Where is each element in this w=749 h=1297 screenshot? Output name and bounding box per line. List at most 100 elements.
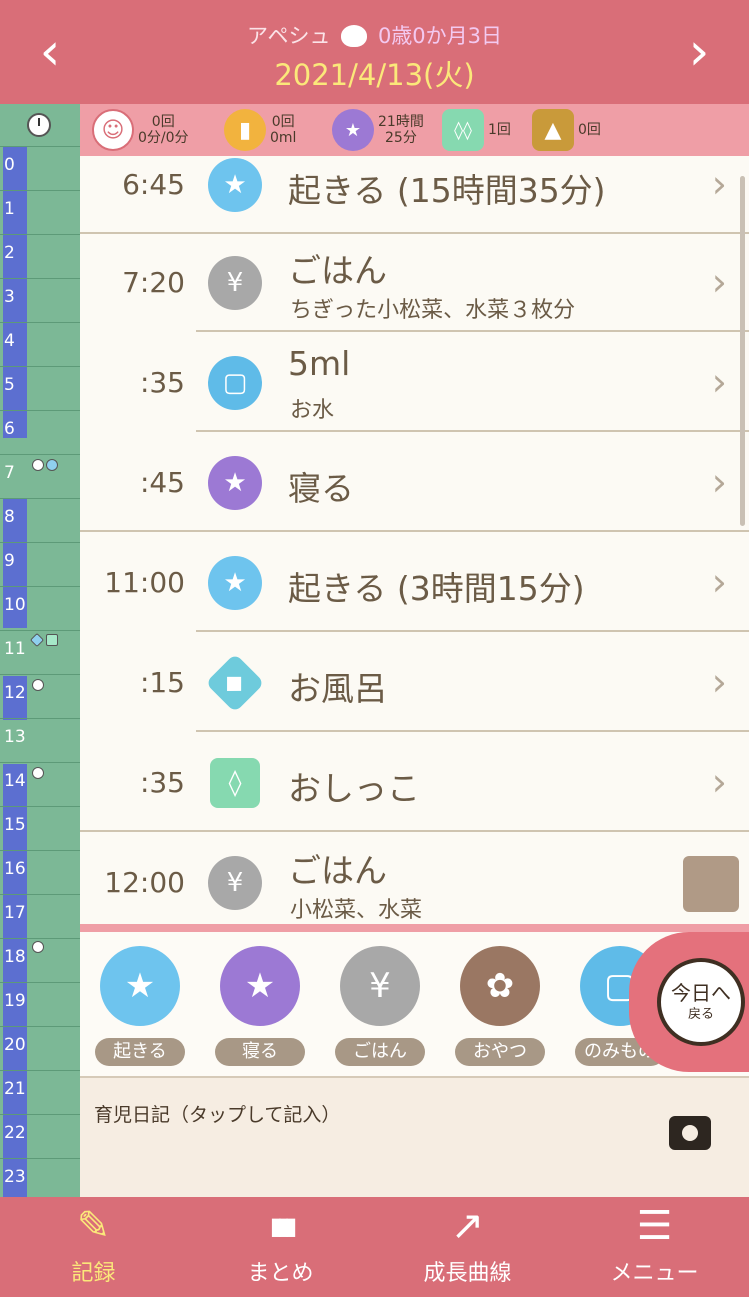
bar-chart-icon: ▮▮▮	[269, 1212, 298, 1240]
sleep-hours: 21時間	[378, 114, 424, 130]
timeline-hour[interactable]: 20	[0, 1026, 80, 1070]
timeline-hour[interactable]: 2	[0, 234, 80, 278]
hour-label: 20	[4, 1035, 26, 1055]
chevron-right-icon: ›	[711, 760, 727, 804]
day-timeline[interactable]: 0 1 2 3 4 5 6 7 8 9 10 11 12 13 14 15 16 17 18 19 20 21 22 23	[0, 146, 80, 1197]
timeline-hour[interactable]: 23	[0, 1158, 80, 1202]
quick-add-spoon-fork[interactable]: ¥ ごはん	[330, 946, 430, 1066]
hour-label: 13	[4, 727, 26, 747]
hour-label: 21	[4, 1079, 26, 1099]
record-title: 寝る	[288, 469, 354, 508]
tab-label: メニュー	[610, 1261, 699, 1286]
bottom-tab-bar: ✎ 記録 ▮▮▮ まとめ ↗ 成長曲線 ☰ メニュー	[0, 1197, 749, 1297]
tab-trend[interactable]: ↗ 成長曲線	[374, 1197, 561, 1297]
timeline-hour[interactable]: 8	[0, 498, 80, 542]
record-row[interactable]: :35 ▢ 5ml お水 ›	[80, 332, 749, 432]
timeline-hour[interactable]: 19	[0, 982, 80, 1026]
record-time: :45	[139, 465, 185, 499]
diary-input[interactable]: 育児日記（タップして記入）	[80, 1076, 749, 1197]
summary-nursing: ☺ 0回 0分/0分	[92, 108, 189, 152]
quick-add-wake-star[interactable]: ★ 起きる	[90, 946, 190, 1066]
timeline-hour[interactable]: 3	[0, 278, 80, 322]
timeline-hour[interactable]: 15	[0, 806, 80, 850]
record-row[interactable]: 7:20 ¥ ごはん ちぎった小松菜、水菜３枚分 ›	[80, 232, 749, 332]
sleep-minutes: 25分	[385, 130, 417, 146]
record-note: ちぎった小松菜、水菜３枚分	[290, 298, 576, 323]
record-title: 5ml	[288, 344, 351, 383]
summary-poop: ▲ 0回	[532, 108, 601, 152]
chevron-right-icon: ›	[711, 260, 727, 304]
record-list[interactable]: 6:45 ★ 起きる (15時間35分) › 7:20 ¥ ごはん ちぎった小松菜、水菜３枚分…	[80, 156, 749, 924]
wake-star-icon: ★	[208, 556, 262, 610]
timeline-hour[interactable]: 1	[0, 190, 80, 234]
poop-count: 0回	[578, 122, 601, 138]
timeline-hour[interactable]: 0	[0, 146, 80, 190]
record-time: 11:00	[104, 565, 185, 599]
current-date[interactable]: 2021/4/13(火)	[0, 52, 749, 94]
event-marker	[46, 634, 58, 646]
event-marker	[32, 767, 44, 779]
quick-add-label: 起きる	[95, 1038, 185, 1066]
timeline-hour[interactable]: 10	[0, 586, 80, 630]
pencil-icon: ✎	[76, 1203, 111, 1249]
chevron-right-icon: ›	[711, 560, 727, 604]
timeline-hour[interactable]: 9	[0, 542, 80, 586]
hour-label: 14	[4, 771, 26, 791]
hour-label: 9	[4, 551, 15, 571]
scrollbar[interactable]	[740, 176, 745, 526]
hour-label: 18	[4, 947, 26, 967]
spoon-fork-icon: ¥	[208, 856, 262, 910]
tab-bar-chart[interactable]: ▮▮▮ まとめ	[187, 1197, 374, 1297]
wake-star-icon: ★	[100, 946, 180, 1026]
sleep-star-icon: ★	[220, 946, 300, 1026]
menu-icon: ☰	[636, 1203, 673, 1249]
hour-label: 17	[4, 903, 26, 923]
tab-pencil[interactable]: ✎ 記録	[0, 1197, 187, 1297]
record-row[interactable]: :15 ◆ お風呂 ›	[80, 632, 749, 732]
wake-star-icon: ★	[208, 158, 262, 212]
pee-drops-icon: ◊	[210, 758, 260, 808]
hour-label: 6	[4, 419, 15, 439]
timeline-header	[0, 104, 80, 146]
trend-icon: ↗	[450, 1203, 485, 1249]
record-time: :35	[139, 365, 185, 399]
record-row[interactable]: :35 ◊ おしっこ ›	[80, 732, 749, 832]
camera-icon[interactable]	[669, 1116, 711, 1150]
quick-add-snack[interactable]: ✿ おやつ	[450, 946, 550, 1066]
poop-icon: ▲	[532, 109, 574, 151]
photo-thumbnail[interactable]	[683, 856, 739, 912]
timeline-hour[interactable]: 17	[0, 894, 80, 938]
record-note: 小松菜、水菜	[290, 898, 423, 923]
chevron-right-icon: ›	[711, 162, 727, 206]
hour-label: 4	[4, 331, 15, 351]
record-note: お水	[290, 398, 335, 423]
record-title: ごはん	[288, 851, 387, 890]
chevron-right-icon[interactable]: ›	[669, 22, 729, 82]
hour-label: 16	[4, 859, 26, 879]
hour-label: 11	[4, 639, 26, 659]
event-marker	[32, 459, 44, 471]
timeline-hour[interactable]: 5	[0, 366, 80, 410]
quick-add-sleep-star[interactable]: ★ 寝る	[210, 946, 310, 1066]
timeline-hour[interactable]: 6	[0, 410, 80, 454]
child-name: アペシュ	[246, 24, 331, 48]
record-title: 起きる (3時間15分)	[288, 569, 585, 608]
timeline-hour[interactable]: 22	[0, 1114, 80, 1158]
record-title: お風呂	[288, 669, 387, 708]
record-row[interactable]: 12:00 ¥ ごはん小松菜、水菜	[80, 832, 749, 924]
timeline-hour[interactable]: 4	[0, 322, 80, 366]
record-row[interactable]: 6:45 ★ 起きる (15時間35分) ›	[80, 156, 749, 234]
tab-menu[interactable]: ☰ メニュー	[561, 1197, 748, 1297]
hour-label: 1	[4, 199, 15, 219]
timeline-hour[interactable]: 21	[0, 1070, 80, 1114]
sleep-star-icon: ★	[208, 456, 262, 510]
timeline-hour[interactable]: 16	[0, 850, 80, 894]
back-to-today-button[interactable]: 今日へ 戻る	[657, 958, 745, 1046]
hour-label: 15	[4, 815, 26, 835]
record-row[interactable]: 11:00 ★ 起きる (3時間15分) ›	[80, 532, 749, 632]
record-title: おしっこ	[288, 769, 420, 808]
timeline-hour[interactable]: 13	[0, 718, 80, 762]
record-row[interactable]: :45 ★ 寝る ›	[80, 432, 749, 532]
hour-label: 8	[4, 507, 15, 527]
record-time: 12:00	[104, 865, 185, 899]
